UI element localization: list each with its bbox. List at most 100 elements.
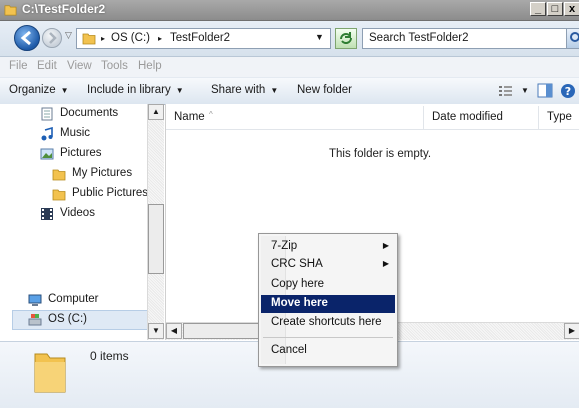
context-item-move-here[interactable]: Move here xyxy=(261,295,395,313)
drive-icon xyxy=(28,314,42,326)
organize-button[interactable]: Organize ▼ xyxy=(9,84,69,96)
context-item-7zip[interactable]: 7-Zip ▶ xyxy=(261,238,395,256)
nav-label: Documents xyxy=(60,107,119,119)
folder-icon xyxy=(34,353,66,393)
context-item-label: Create shortcuts here xyxy=(271,316,382,328)
nav-vertical-scrollbar[interactable]: ▲ ▼ xyxy=(147,104,164,340)
computer-icon xyxy=(28,294,42,306)
breadcrumb-drive[interactable]: OS (C:) xyxy=(111,32,150,44)
menu-tools[interactable]: Tools xyxy=(101,60,128,72)
scroll-left-icon[interactable]: ◀ xyxy=(166,323,182,339)
forward-arrow-icon xyxy=(49,32,57,44)
scroll-right-icon[interactable]: ▶ xyxy=(564,323,579,339)
refresh-icon xyxy=(340,32,352,44)
nav-label: Public Pictures xyxy=(72,187,149,199)
folder-icon xyxy=(52,189,66,201)
folder-icon xyxy=(52,169,66,181)
music-icon xyxy=(41,127,53,141)
share-with-label: Share with xyxy=(211,84,266,96)
back-button[interactable] xyxy=(14,25,40,51)
column-name[interactable]: Name ^ xyxy=(166,106,424,129)
address-dropdown-icon[interactable]: ▼ xyxy=(315,32,324,42)
preview-pane-icon[interactable] xyxy=(537,83,553,98)
context-menu: 7-Zip ▶ CRC SHA ▶ Copy here Move here Cr… xyxy=(258,233,398,367)
submenu-arrow-icon: ▶ xyxy=(382,241,389,250)
context-item-crc-sha[interactable]: CRC SHA ▶ xyxy=(261,256,395,274)
videos-icon xyxy=(41,208,53,220)
nav-item-computer[interactable]: Computer xyxy=(0,290,164,310)
nav-label: Music xyxy=(60,127,91,139)
maximize-button[interactable]: □ xyxy=(547,2,563,16)
chevron-down-icon: ▼ xyxy=(60,86,69,95)
search-input[interactable]: Search TestFolder2 xyxy=(362,28,568,49)
context-item-create-shortcuts[interactable]: Create shortcuts here xyxy=(261,314,395,332)
empty-folder-message: This folder is empty. xyxy=(329,148,432,160)
submenu-arrow-icon: ▶ xyxy=(382,259,389,268)
breadcrumb-folder[interactable]: TestFolder2 xyxy=(170,32,230,44)
include-in-library-button[interactable]: Include in library ▼ xyxy=(87,84,184,96)
context-menu-separator xyxy=(263,337,393,338)
column-date-modified[interactable]: Date modified xyxy=(424,106,539,129)
sort-ascending-icon: ^ xyxy=(209,110,213,119)
chevron-down-icon[interactable]: ▼ xyxy=(521,86,529,95)
address-row: ▽ ▸ OS (C:) ▸ TestFolder2 ▼ Search TestF… xyxy=(0,21,579,57)
breadcrumb-separator[interactable]: ▸ xyxy=(158,34,162,43)
documents-icon xyxy=(41,107,53,121)
context-item-cancel[interactable]: Cancel xyxy=(261,342,395,360)
menu-view[interactable]: View xyxy=(67,60,92,72)
close-button[interactable]: x xyxy=(564,2,579,16)
history-dropdown-icon[interactable]: ▽ xyxy=(65,30,72,41)
nav-label: Computer xyxy=(48,293,99,305)
scroll-up-icon[interactable]: ▲ xyxy=(148,104,164,120)
minimize-button[interactable]: _ xyxy=(530,2,546,16)
pictures-icon xyxy=(40,148,54,160)
nav-label: Pictures xyxy=(60,147,102,159)
folder-icon xyxy=(4,5,17,16)
context-item-label: Move here xyxy=(271,297,328,309)
context-item-label: Copy here xyxy=(271,278,325,290)
context-item-label: 7-Zip xyxy=(271,240,298,252)
window-title: C:\TestFolder2 xyxy=(22,2,106,16)
address-bar[interactable]: ▸ OS (C:) ▸ TestFolder2 ▼ xyxy=(76,28,331,49)
new-folder-button[interactable]: New folder xyxy=(297,84,352,96)
context-item-label: CRC SHA xyxy=(271,258,323,270)
magnifier-icon xyxy=(570,32,579,42)
nav-item-pictures[interactable]: Pictures xyxy=(0,144,164,164)
nav-item-os-c[interactable]: OS (C:) xyxy=(0,310,164,330)
forward-button[interactable] xyxy=(42,28,62,48)
nav-scroll-thumb[interactable] xyxy=(148,204,164,274)
refresh-button[interactable] xyxy=(335,28,357,49)
nav-item-videos[interactable]: Videos xyxy=(0,204,164,224)
folder-icon xyxy=(82,33,96,45)
item-count: 0 items xyxy=(90,349,129,363)
view-options-icon[interactable] xyxy=(498,84,514,98)
menu-help[interactable]: Help xyxy=(138,60,162,72)
organize-label: Organize xyxy=(9,84,56,96)
context-item-copy-here[interactable]: Copy here xyxy=(261,276,395,294)
title-bar: C:\TestFolder2 _ □ x xyxy=(0,0,579,21)
breadcrumb-separator[interactable]: ▸ xyxy=(101,34,105,43)
menu-bar: File Edit View Tools Help xyxy=(0,57,579,77)
back-arrow-icon xyxy=(20,30,31,46)
share-with-button[interactable]: Share with ▼ xyxy=(211,84,278,96)
nav-label: My Pictures xyxy=(72,167,133,179)
chevron-down-icon: ▼ xyxy=(175,86,184,95)
menu-file[interactable]: File xyxy=(9,60,28,72)
nav-item-my-pictures[interactable]: My Pictures xyxy=(0,164,164,184)
search-icon[interactable] xyxy=(566,28,579,49)
svg-text:?: ? xyxy=(565,85,571,98)
column-type[interactable]: Type xyxy=(539,106,579,129)
scroll-down-icon[interactable]: ▼ xyxy=(148,323,164,339)
column-name-label: Name xyxy=(174,111,205,123)
command-toolbar: Organize ▼ Include in library ▼ Share with… xyxy=(0,77,579,105)
navigation-pane: Documents Music Pictures My Pictures Pub… xyxy=(0,104,164,340)
menu-edit[interactable]: Edit xyxy=(37,60,57,72)
nav-item-music[interactable]: Music xyxy=(0,124,164,144)
nav-item-documents[interactable]: Documents xyxy=(0,104,164,124)
nav-item-public-pictures[interactable]: Public Pictures xyxy=(0,184,164,204)
nav-label: OS (C:) xyxy=(48,313,87,325)
include-in-library-label: Include in library xyxy=(87,84,171,96)
help-icon[interactable]: ? xyxy=(560,83,576,99)
column-date-label: Date modified xyxy=(432,111,503,123)
context-item-label: Cancel xyxy=(271,344,307,356)
